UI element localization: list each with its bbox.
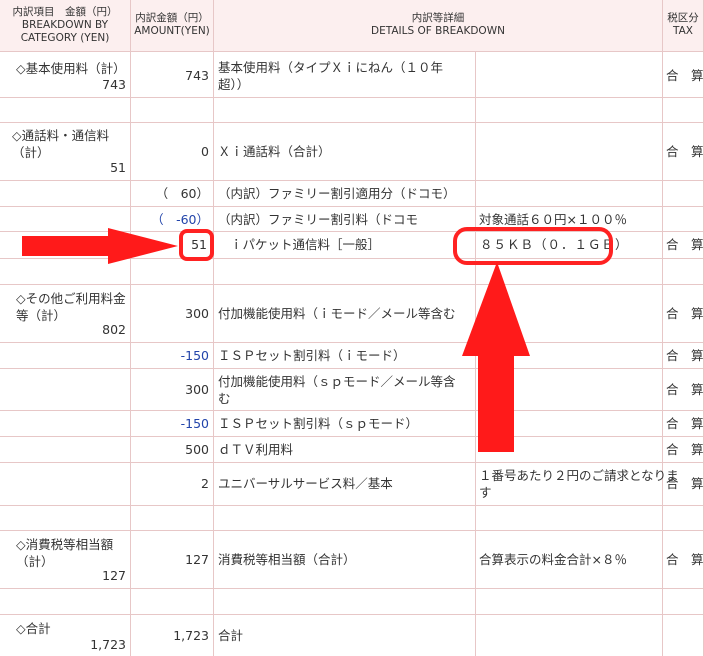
annotation-arrows	[22, 228, 530, 452]
red-arrow-right-icon	[22, 228, 178, 264]
red-arrow-up-icon	[462, 262, 530, 452]
